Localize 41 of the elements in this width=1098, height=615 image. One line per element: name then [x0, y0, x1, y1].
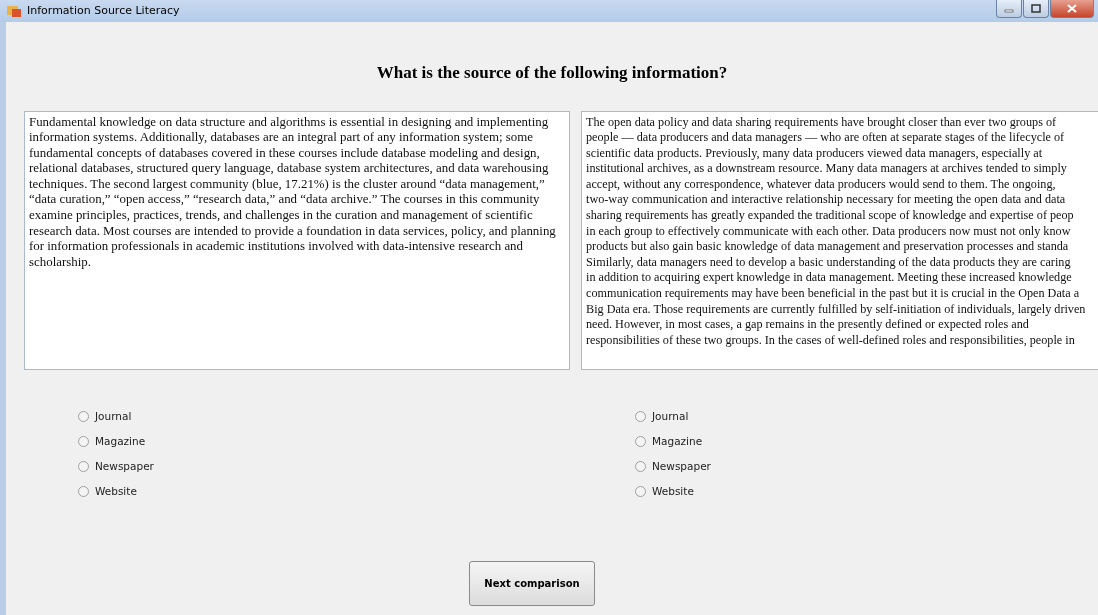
passage-line: in addition to acquiring expert knowledge in data management. Meeting these increased knowledge — [586, 270, 1072, 285]
radio-button[interactable] — [78, 436, 89, 447]
passage-line: institutional archives, as a downstream resource. Many data managers at archives tended to simply — [586, 161, 1067, 176]
passage-line: Big Data era. Those requirements are currently fulfilled by self-initiation of individuals, largely driven — [586, 301, 1086, 316]
minimize-button[interactable] — [996, 0, 1022, 18]
passage-line: sharing requirements has greatly expanded the traditional scope of knowledge and expertise of peop — [586, 208, 1074, 223]
passage-line: need. However, in most cases, a gap remains in the presently defined or expected roles and — [586, 317, 1029, 332]
radio-button[interactable] — [635, 461, 646, 472]
passage-line: scientific data products. Previously, many data producers viewed data managers, especially at — [586, 145, 1043, 160]
option-label[interactable]: Magazine — [652, 433, 703, 450]
maximize-button[interactable] — [1023, 0, 1049, 18]
passage-line: two-way communication and interactive relationship necessary for meeting the open data and data — [586, 192, 1066, 207]
passage-line: communication requirements may have been beneficial in the past but it is crucial in the Open Data a — [586, 286, 1080, 301]
question-heading: What is the source of the following information? — [375, 62, 729, 84]
option-label[interactable]: Newspaper — [652, 458, 711, 475]
radio-button[interactable] — [78, 411, 89, 422]
app-icon — [6, 4, 22, 18]
passage-line: Similarly, data managers need to develop a basic understanding of the data products they are caring — [586, 254, 1071, 269]
passage-line: responsibilities of these two groups. In the cases of well-defined roles and responsibilities, people in — [586, 332, 1075, 347]
maximize-icon — [1031, 4, 1041, 13]
passage-line: in each group to effectively communicate with each other. Data producers now must not only know — [586, 223, 1071, 238]
radio-button[interactable] — [635, 411, 646, 422]
radio-button[interactable] — [635, 486, 646, 497]
passage-line: products but also gain basic knowledge of data management and preservation processes and standa — [586, 239, 1069, 254]
passage-line: accept, without any correspondence, whatever data producers would send to them. The ongoing, — [586, 176, 1056, 191]
window-title: Information Source Literacy — [27, 2, 180, 19]
option-label[interactable]: Website — [652, 483, 694, 500]
close-button[interactable] — [1050, 0, 1094, 18]
passage-line: people — data producers and data managers — who are often at separate stages of the lifecycle of — [586, 130, 1065, 145]
passage-text: Fundamental knowledge on data structure and algorithms is essential in designing and implementing information systems. Additionally, databases are an integral part of any information system; some fundamental concepts of databases covered in these courses include database modeling and design, relational databases, structured query language, database system architectures, and data warehousing techniques. The second largest community (blue, 17.21%) is the cluster around “data management,” “data curation,” “open access,” “research data,” and “data archive.” The courses in this community examine principles, practices, trends, and challenges in the curation and management of scientific research data. Most courses are intended to provide a foundation in data services, policy, and planning for information professionals in academic institutions involved with data-intensive research and scholarship. — [29, 114, 557, 271]
close-icon — [1067, 4, 1077, 13]
passage-line: The open data policy and data sharing requirements have brought closer than ever two groups of — [586, 114, 1057, 129]
option-label[interactable]: Journal — [652, 408, 689, 425]
radio-button[interactable] — [78, 486, 89, 497]
next-comparison-button[interactable]: Next comparison — [469, 560, 595, 606]
radio-button[interactable] — [635, 436, 646, 447]
option-label[interactable]: Magazine — [95, 433, 146, 450]
radio-button[interactable] — [78, 461, 89, 472]
option-label[interactable]: Website — [95, 483, 137, 500]
option-label[interactable]: Journal — [95, 408, 132, 425]
option-label[interactable]: Newspaper — [95, 458, 154, 475]
